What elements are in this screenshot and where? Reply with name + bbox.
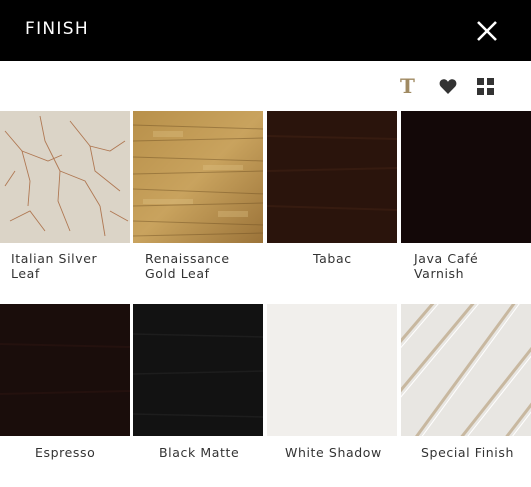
swatch-italian-silver-leaf[interactable] — [0, 111, 130, 243]
finish-label: Renaissance Gold Leaf — [145, 251, 230, 281]
swatch-special-finish[interactable] — [401, 304, 531, 436]
swatch-white-shadow[interactable] — [267, 304, 397, 436]
finish-label: Java Café Varnish — [414, 251, 479, 281]
panel-title: FINISH — [25, 19, 89, 39]
close-icon[interactable] — [474, 18, 500, 44]
grid-view-icon[interactable] — [477, 78, 494, 95]
finish-label: Tabac — [313, 251, 352, 266]
finish-label: Italian Silver Leaf — [11, 251, 98, 281]
heart-icon[interactable] — [439, 78, 457, 95]
swatch-espresso[interactable] — [0, 304, 130, 436]
finish-label: Special Finish — [421, 445, 514, 460]
text-view-icon[interactable]: T — [400, 76, 418, 96]
swatch-tabac[interactable] — [267, 111, 397, 243]
finish-label: White Shadow — [285, 445, 382, 460]
swatch-black-matte[interactable] — [133, 304, 263, 436]
finish-label: Espresso — [35, 445, 96, 460]
header-bar: FINISH — [0, 0, 531, 61]
swatch-renaissance-gold-leaf[interactable] — [133, 111, 263, 243]
finish-label: Black Matte — [159, 445, 240, 460]
swatch-java-cafe-varnish[interactable] — [401, 111, 531, 243]
